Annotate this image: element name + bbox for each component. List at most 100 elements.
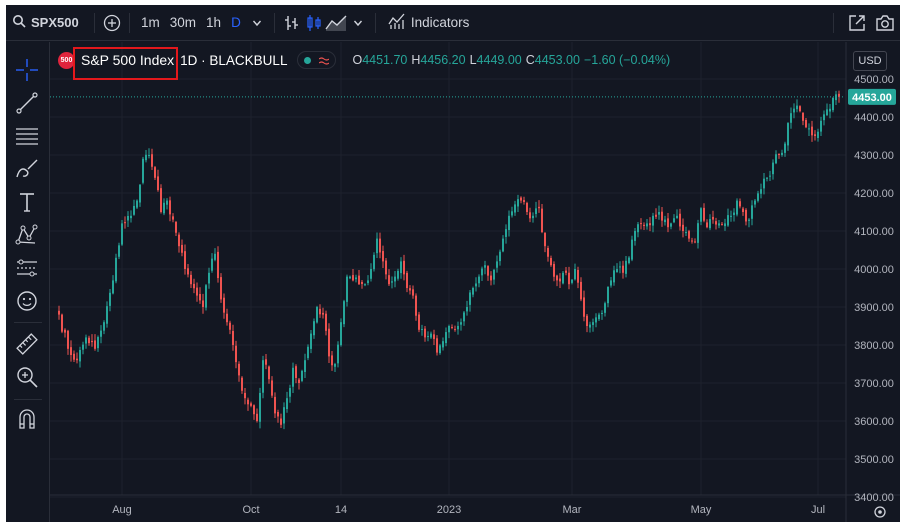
candle-body xyxy=(115,257,117,282)
divider xyxy=(833,12,834,33)
candle-body xyxy=(478,276,480,284)
open-value: 4451.70 xyxy=(362,53,408,67)
chevron-down-icon[interactable] xyxy=(246,12,268,34)
candle-body xyxy=(289,388,291,397)
candle-body xyxy=(703,207,705,221)
candle-body xyxy=(556,275,558,281)
candle-body xyxy=(562,272,564,284)
ruler-icon[interactable] xyxy=(12,329,42,359)
price-chart[interactable]: 4500.00 4400.00 4300.00 4200.00 4100.00 4000.… xyxy=(50,42,900,522)
currency-selector[interactable]: USD xyxy=(853,51,887,71)
bar-style-icon[interactable] xyxy=(281,12,303,34)
price-tick-label: 3800.00 xyxy=(854,340,894,352)
candle-body xyxy=(82,344,84,350)
candle-body xyxy=(517,199,519,207)
price-tick-label: 4300.00 xyxy=(854,150,894,162)
candle-body xyxy=(640,223,642,225)
candle-body xyxy=(622,265,624,273)
forecast-icon[interactable] xyxy=(12,253,42,283)
candle-body xyxy=(502,238,504,252)
price-tick-label: 3900.00 xyxy=(854,302,894,314)
candle-body xyxy=(760,189,762,194)
candle-body xyxy=(817,131,819,138)
fib-lines-icon[interactable] xyxy=(12,121,42,151)
candle-body xyxy=(229,322,231,330)
candle-body xyxy=(370,269,372,279)
text-icon[interactable] xyxy=(12,187,42,217)
candle-body xyxy=(532,215,534,219)
candle-body xyxy=(646,223,648,227)
interval-30m[interactable]: 30m xyxy=(165,5,201,41)
candle-body xyxy=(304,360,306,372)
candle-body xyxy=(814,134,816,136)
trend-line-icon[interactable] xyxy=(12,88,42,118)
candle-body xyxy=(61,314,63,332)
pattern-icon[interactable] xyxy=(12,220,42,250)
candlestick-icon[interactable] xyxy=(303,12,325,34)
magnet-icon[interactable] xyxy=(12,404,42,434)
camera-icon[interactable] xyxy=(874,12,896,34)
candle-body xyxy=(106,306,108,324)
market-status-pill[interactable] xyxy=(297,51,337,69)
candle-body xyxy=(310,333,312,349)
candle-body xyxy=(199,294,201,301)
candle-body xyxy=(223,297,225,313)
candle-body xyxy=(424,328,426,338)
candle-body xyxy=(175,221,177,233)
candle-body xyxy=(772,162,774,175)
fullscreen-icon[interactable] xyxy=(846,12,868,34)
symbol-search-button[interactable]: SPX500 xyxy=(6,5,88,41)
candle-body xyxy=(133,205,135,215)
high-value: 4456.20 xyxy=(420,53,466,67)
candle-body xyxy=(169,200,171,215)
candle-body xyxy=(67,330,69,349)
candle-body xyxy=(205,285,207,308)
zoom-icon[interactable] xyxy=(12,362,42,392)
candle-body xyxy=(547,247,549,257)
interval-1h[interactable]: 1h xyxy=(201,5,226,41)
settings-icon[interactable] xyxy=(874,506,886,518)
interval-d[interactable]: D xyxy=(226,5,246,41)
add-compare-icon[interactable] xyxy=(101,12,123,34)
candle-body xyxy=(676,215,678,219)
candle-body xyxy=(508,215,510,231)
candle-body xyxy=(328,328,330,357)
candle-body xyxy=(121,223,123,245)
candle-body xyxy=(145,154,147,161)
interval-source[interactable]: 1D · BLACKBULL xyxy=(180,53,287,68)
candle-body xyxy=(607,286,609,304)
interval-1m[interactable]: 1m xyxy=(136,5,165,41)
candle-body xyxy=(709,219,711,229)
candle-body xyxy=(724,223,726,227)
candle-body xyxy=(403,260,405,275)
candle-body xyxy=(160,188,162,212)
candle-body xyxy=(322,312,324,315)
candle-body xyxy=(364,284,366,286)
candle-body xyxy=(580,281,582,300)
area-chart-icon[interactable] xyxy=(325,12,347,34)
candle-body xyxy=(733,212,735,215)
candle-body xyxy=(553,264,555,277)
candle-body xyxy=(754,200,756,205)
candle-body xyxy=(616,269,618,273)
emoji-icon[interactable] xyxy=(12,286,42,316)
candle-body xyxy=(286,398,288,409)
candle-body xyxy=(367,280,369,284)
symbol-highlight-box xyxy=(73,47,178,80)
candle-body xyxy=(319,308,321,315)
candle-body xyxy=(241,377,243,391)
chart-grid xyxy=(50,42,846,498)
candle-body xyxy=(418,314,420,330)
crosshair-icon[interactable] xyxy=(12,55,42,85)
candle-body xyxy=(598,314,600,320)
candle-body xyxy=(253,405,255,415)
candle-body xyxy=(166,200,168,205)
indicators-label: Indicators xyxy=(410,15,470,30)
candle-body xyxy=(670,223,672,227)
price-tick-label: 4400.00 xyxy=(854,112,894,124)
brush-icon[interactable] xyxy=(12,154,42,184)
candle-body xyxy=(529,212,531,219)
indicators-button[interactable]: Indicators xyxy=(382,5,476,41)
candle-body xyxy=(679,213,681,227)
chevron-down-icon[interactable] xyxy=(347,12,369,34)
